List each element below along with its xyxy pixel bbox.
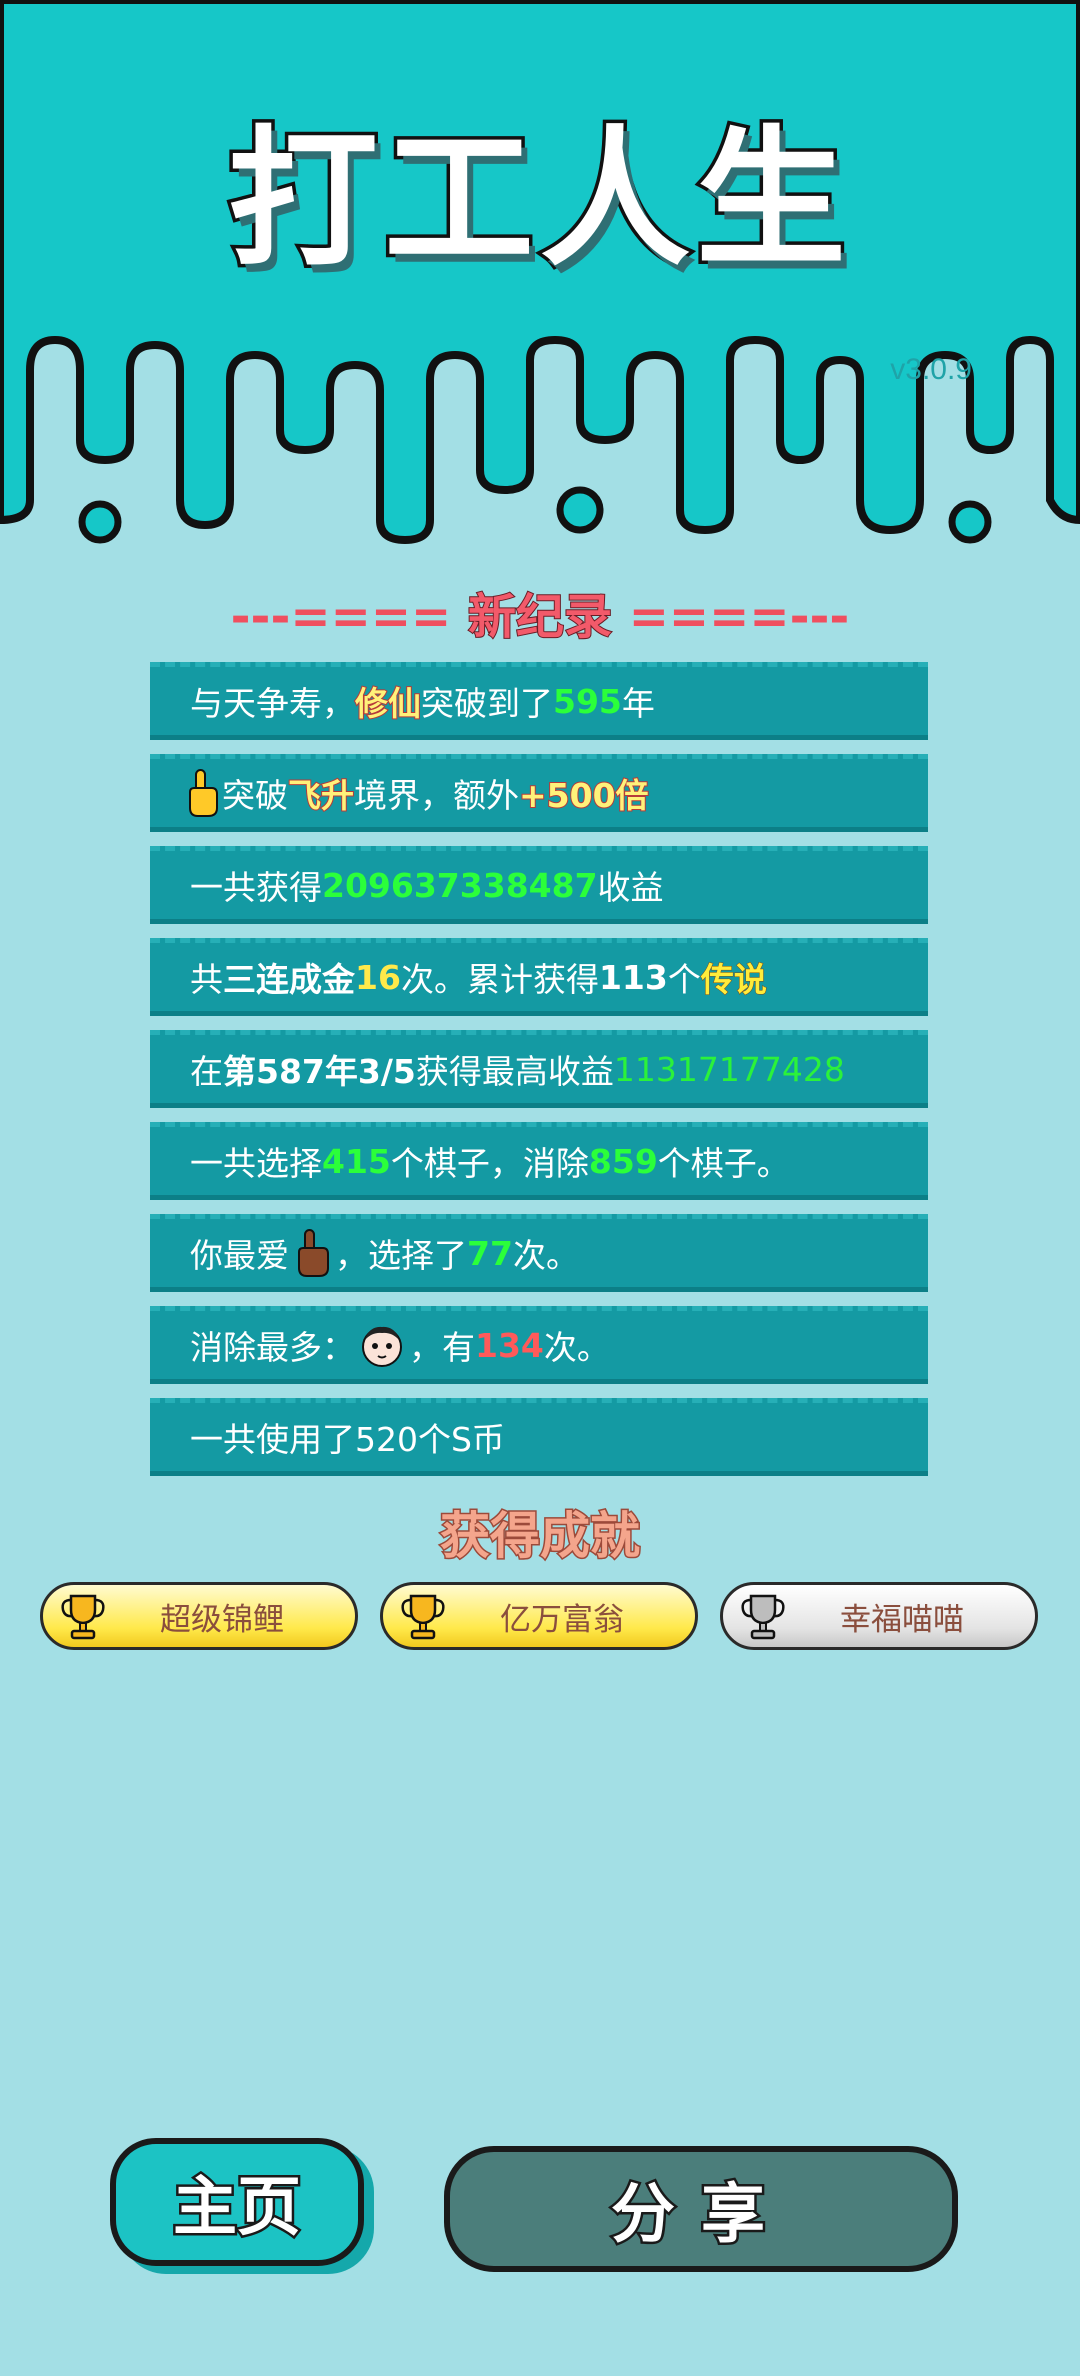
pointing-hand-icon xyxy=(189,769,218,817)
stat-text: 共 xyxy=(190,960,223,999)
coins-text: 一共使用了520个S币 xyxy=(190,1420,505,1459)
stat-row-combos: 共 三连成金 16 次。累计获得 113 个 传说 xyxy=(150,938,928,1016)
stat-text: 与天争寿， xyxy=(190,684,355,723)
stat-row-ascension: 突破 飞升 境界，额外 +500倍 xyxy=(150,754,928,832)
max-income-date: 第587年3/5 xyxy=(223,1052,416,1091)
achievement-badge-3[interactable]: 幸福喵喵 xyxy=(720,1582,1038,1650)
stat-row-most-eliminated: 消除最多： ，有 134 次。 xyxy=(150,1306,928,1384)
realm-label: 修仙 xyxy=(354,683,422,724)
years-value: 595 xyxy=(553,681,622,721)
stat-row-lifespan: 与天争寿， 修仙 突破到了 595 年 xyxy=(150,662,928,740)
stat-text: 个 xyxy=(667,960,701,999)
new-record-heading: ---==== 新纪录 ====--- xyxy=(0,577,1080,647)
bonus-value: +500倍 xyxy=(518,775,650,816)
record-title-text: 新纪录 xyxy=(467,588,613,646)
stats-list: 与天争寿， 修仙 突破到了 595 年 突破 飞升 境界，额外 +500倍 一共… xyxy=(150,662,928,1490)
achievement-badge-1[interactable]: 超级锦鲤 xyxy=(40,1582,358,1650)
realm-label: 飞升 xyxy=(287,775,355,816)
stat-text: 境界，额外 xyxy=(354,776,519,815)
record-deco-left: ---==== xyxy=(230,589,468,645)
stat-text: 获得最高收益 xyxy=(415,1052,614,1091)
stat-text: 突破到了 xyxy=(421,684,553,723)
stat-row-coins: 一共使用了520个S币 xyxy=(150,1398,928,1476)
face-icon xyxy=(362,1326,402,1367)
max-income-value: 11317177428 xyxy=(613,1049,845,1089)
stat-text: 年 xyxy=(621,684,655,723)
stat-text: 次。累计获得 xyxy=(400,960,599,999)
stat-text: 次。 xyxy=(543,1328,610,1367)
stat-text: 你最爱 xyxy=(190,1236,289,1275)
stat-row-total-income: 一共获得 209637338487 收益 xyxy=(150,846,928,924)
eliminated-times: 134 xyxy=(475,1325,544,1365)
selected-count: 415 xyxy=(322,1141,391,1181)
silver-trophy-icon xyxy=(741,1594,785,1640)
gold-trophy-icon xyxy=(401,1594,445,1640)
favorite-times: 77 xyxy=(467,1233,513,1273)
achievement-label: 幸福喵喵 xyxy=(840,1601,964,1638)
stat-text: 消除最多： xyxy=(190,1328,355,1367)
stat-row-favorite: 你最爱 ，选择了 77 次。 xyxy=(150,1214,928,1292)
stat-text: ，有 xyxy=(409,1328,475,1367)
stat-text: 一共获得 xyxy=(190,868,322,907)
share-button-label: 分享 xyxy=(609,2176,791,2255)
brown-hand-icon xyxy=(298,1229,329,1277)
home-button[interactable]: 主页 xyxy=(110,2138,364,2266)
gold-trophy-icon xyxy=(61,1594,105,1640)
stat-text: 个棋子。 xyxy=(657,1144,790,1183)
version-label: v3.0.9 xyxy=(890,353,972,386)
total-income-value: 209637338487 xyxy=(322,865,598,905)
eliminated-count: 859 xyxy=(588,1141,658,1181)
home-button-label: 主页 xyxy=(171,2169,304,2248)
achievement-badge-2[interactable]: 亿万富翁 xyxy=(380,1582,698,1650)
achievement-label: 超级锦鲤 xyxy=(160,1601,284,1638)
achievement-label: 亿万富翁 xyxy=(500,1601,624,1638)
stat-text: 收益 xyxy=(597,868,664,907)
record-deco-right: ====--- xyxy=(612,589,850,645)
stat-row-max-income: 在 第587年3/5 获得最高收益 11317177428 xyxy=(150,1030,928,1108)
stat-text: 突破 xyxy=(222,776,288,815)
stat-text: ，选择了 xyxy=(335,1236,467,1275)
stat-row-pieces: 一共选择 415 个棋子，消除 859 个棋子。 xyxy=(150,1122,928,1200)
stat-text: 一共选择 xyxy=(190,1144,322,1183)
combo-count: 16 xyxy=(355,957,401,997)
legend-label: 传说 xyxy=(700,960,767,1000)
stat-text: 次。 xyxy=(512,1236,579,1275)
combo-label: 三连成金 xyxy=(223,960,355,999)
achievements-title: 获得成就 xyxy=(439,1506,642,1567)
stat-text: 在 xyxy=(190,1052,223,1091)
header: 打工人生 v3.0.9 xyxy=(0,0,1080,560)
app-title: 打工人生 xyxy=(224,110,852,291)
share-button[interactable]: 分享 xyxy=(444,2146,958,2272)
stat-text: 个棋子，消除 xyxy=(390,1144,589,1183)
legend-count: 113 xyxy=(598,957,668,997)
